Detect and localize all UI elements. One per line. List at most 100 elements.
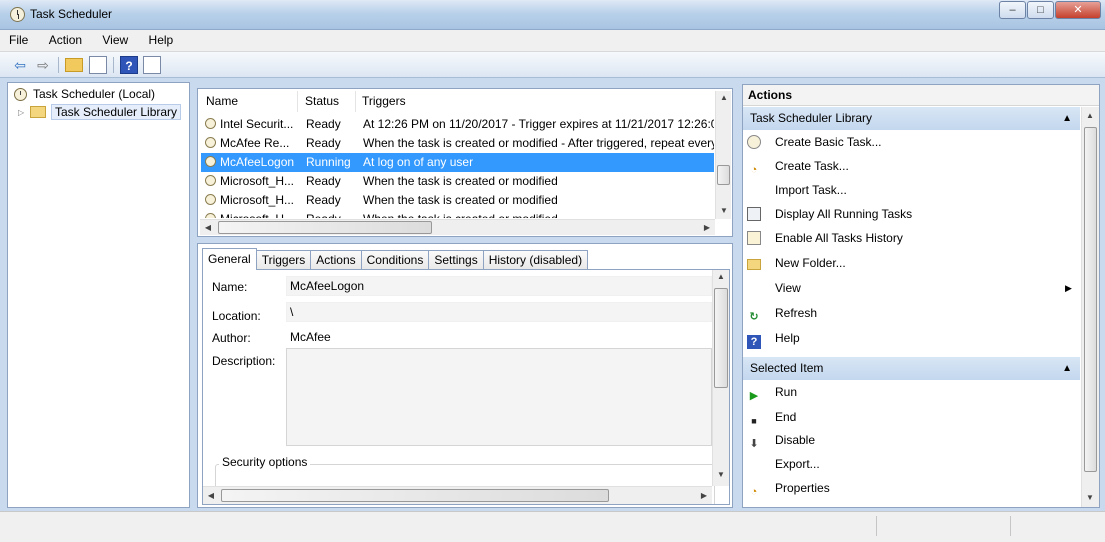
scroll-thumb[interactable] <box>717 165 730 185</box>
show-hide-tree-icon[interactable] <box>89 56 107 74</box>
tab-history[interactable]: History (disabled) <box>482 250 589 270</box>
action-enable-history[interactable]: Enable All Tasks History <box>747 228 903 248</box>
task-status: Ready <box>306 136 341 150</box>
action-refresh[interactable]: ↻ Refresh <box>747 303 817 323</box>
details-horizontal-scrollbar[interactable]: ◀ ▶ <box>203 486 712 504</box>
scroll-right-arrow-icon[interactable]: ▶ <box>699 223 715 232</box>
scroll-left-arrow-icon[interactable]: ◀ <box>200 223 216 232</box>
task-row[interactable]: Microsoft_H...ReadyWhen the task is crea… <box>201 172 714 191</box>
tab-conditions[interactable]: Conditions <box>360 250 430 270</box>
scroll-right-arrow-icon[interactable]: ▶ <box>696 491 712 500</box>
history-icon <box>747 231 761 245</box>
action-label: Run <box>775 385 798 399</box>
collapse-arrow-icon[interactable]: ▲ <box>1062 107 1072 130</box>
task-name-cell: Microsoft_H... <box>201 210 300 218</box>
console-tree: Task Scheduler (Local) ▷ Task Scheduler … <box>7 82 190 508</box>
details-vertical-scrollbar[interactable]: ▲ ▼ <box>712 270 729 486</box>
scroll-up-arrow-icon[interactable]: ▲ <box>716 93 732 102</box>
task-list-vertical-scrollbar[interactable]: ▲ ▼ <box>715 91 731 219</box>
tab-actions[interactable]: Actions <box>310 250 362 270</box>
security-options-label: Security options <box>219 455 311 469</box>
task-list-horizontal-scrollbar[interactable]: ◀ ▶ <box>200 219 715 235</box>
help-icon[interactable]: ? <box>120 56 138 74</box>
action-help[interactable]: ? Help <box>747 328 800 349</box>
submenu-arrow-icon: ▶ <box>1065 283 1072 293</box>
section-header-selected-item[interactable]: Selected Item ▲ <box>743 357 1080 380</box>
action-end[interactable]: ■ End <box>747 407 796 427</box>
task-name: Microsoft_H... <box>220 174 295 188</box>
task-trigger: When the task is created or modified - A… <box>363 136 714 150</box>
scroll-up-arrow-icon[interactable]: ▲ <box>1082 111 1098 120</box>
tree-item-root[interactable]: Task Scheduler (Local) <box>14 85 155 103</box>
clock-icon <box>14 87 27 101</box>
task-clock-icon <box>205 175 216 186</box>
task-status: Ready <box>306 210 361 218</box>
task-row[interactable]: Microsoft_H...ReadyWhen the task is crea… <box>201 210 714 218</box>
new-folder-icon <box>747 259 761 270</box>
section-header-task-scheduler-library[interactable]: Task Scheduler Library ▲ <box>743 107 1080 130</box>
task-name-cell: McAfee Re... <box>201 134 300 153</box>
action-disable[interactable]: ⬇ Disable <box>747 430 815 450</box>
tab-triggers[interactable]: Triggers <box>255 250 312 270</box>
tab-general[interactable]: General <box>202 248 257 270</box>
running-tasks-icon <box>747 207 761 221</box>
general-tab-body: Name: McAfeeLogon Location: \ Author: Mc… <box>202 269 730 505</box>
scroll-thumb[interactable] <box>1084 127 1097 472</box>
toolbar-separator <box>113 57 114 73</box>
forward-arrow-icon[interactable]: ⇨ <box>34 56 52 74</box>
close-button[interactable]: ✕ <box>1055 1 1101 19</box>
task-row[interactable]: Microsoft_H...ReadyWhen the task is crea… <box>201 191 714 210</box>
tab-settings[interactable]: Settings <box>428 250 484 270</box>
maximize-button[interactable]: □ <box>1027 1 1054 19</box>
scroll-thumb[interactable] <box>221 489 609 502</box>
section-title: Selected Item <box>750 361 824 375</box>
name-field[interactable]: McAfeeLogon <box>286 276 712 296</box>
description-field[interactable] <box>286 348 712 446</box>
location-field[interactable]: \ <box>286 302 712 322</box>
title-bar: Task Scheduler – □ ✕ <box>0 0 1105 30</box>
scroll-left-arrow-icon[interactable]: ◀ <box>203 491 219 500</box>
menu-action[interactable]: Action <box>40 30 90 47</box>
scroll-down-arrow-icon[interactable]: ▼ <box>1082 493 1098 502</box>
action-properties[interactable]: ◔ Properties <box>747 478 830 498</box>
action-label: Refresh <box>775 306 818 320</box>
task-row[interactable]: McAfee Re... Ready When the task is create… <box>201 134 714 153</box>
tree-item-library[interactable]: ▷ Task Scheduler Library <box>18 103 182 121</box>
action-new-folder[interactable]: New Folder... <box>747 253 846 273</box>
collapse-arrow-icon[interactable]: ▲ <box>1062 357 1072 380</box>
back-arrow-icon[interactable]: ⇦ <box>11 56 29 74</box>
action-run[interactable]: ▶ Run <box>747 382 797 402</box>
scroll-down-arrow-icon[interactable]: ▼ <box>713 470 729 479</box>
action-view[interactable]: View ▶ <box>747 278 1077 298</box>
up-folder-icon[interactable] <box>65 58 83 72</box>
action-label: Enable All Tasks History <box>775 231 903 245</box>
task-name-cell: McAfeeLogon <box>201 153 300 172</box>
action-display-running[interactable]: Display All Running Tasks <box>747 204 912 224</box>
status-divider <box>876 516 877 536</box>
scroll-thumb[interactable] <box>714 288 728 388</box>
menu-help[interactable]: Help <box>140 30 182 47</box>
action-create-basic-task[interactable]: Create Basic Task... <box>747 132 882 152</box>
menu-view[interactable]: View <box>93 30 136 47</box>
author-field[interactable]: McAfee <box>286 327 712 347</box>
scroll-down-arrow-icon[interactable]: ▼ <box>716 206 732 215</box>
task-row[interactable]: Intel Securit... Ready At 12:26 PM on 11/2… <box>201 115 714 134</box>
window-controls: – □ ✕ <box>998 1 1101 19</box>
minimize-button[interactable]: – <box>999 1 1026 19</box>
menu-file[interactable]: File <box>9 30 36 47</box>
expand-arrow-icon[interactable]: ▷ <box>18 108 26 117</box>
action-label: Create Basic Task... <box>775 135 882 149</box>
task-name: McAfeeLogon <box>220 155 295 169</box>
actions-vertical-scrollbar[interactable]: ▲ ▼ <box>1081 107 1099 507</box>
scroll-up-arrow-icon[interactable]: ▲ <box>713 272 729 281</box>
create-basic-task-icon <box>747 135 761 149</box>
show-hide-action-pane-icon[interactable] <box>143 56 161 74</box>
status-bar <box>0 511 1105 542</box>
scroll-thumb[interactable] <box>218 221 432 234</box>
task-list: Name Status Triggers Intel Securit... Rea… <box>197 88 733 237</box>
task-name-cell: Microsoft_H... <box>201 191 300 210</box>
action-create-task[interactable]: ◔ Create Task... <box>747 156 849 176</box>
task-trigger: When the task is created or modified <box>363 174 558 188</box>
properties-icon: ◔ <box>750 486 758 498</box>
task-row[interactable]: McAfeeLogon Running At log on of any user <box>201 153 714 172</box>
